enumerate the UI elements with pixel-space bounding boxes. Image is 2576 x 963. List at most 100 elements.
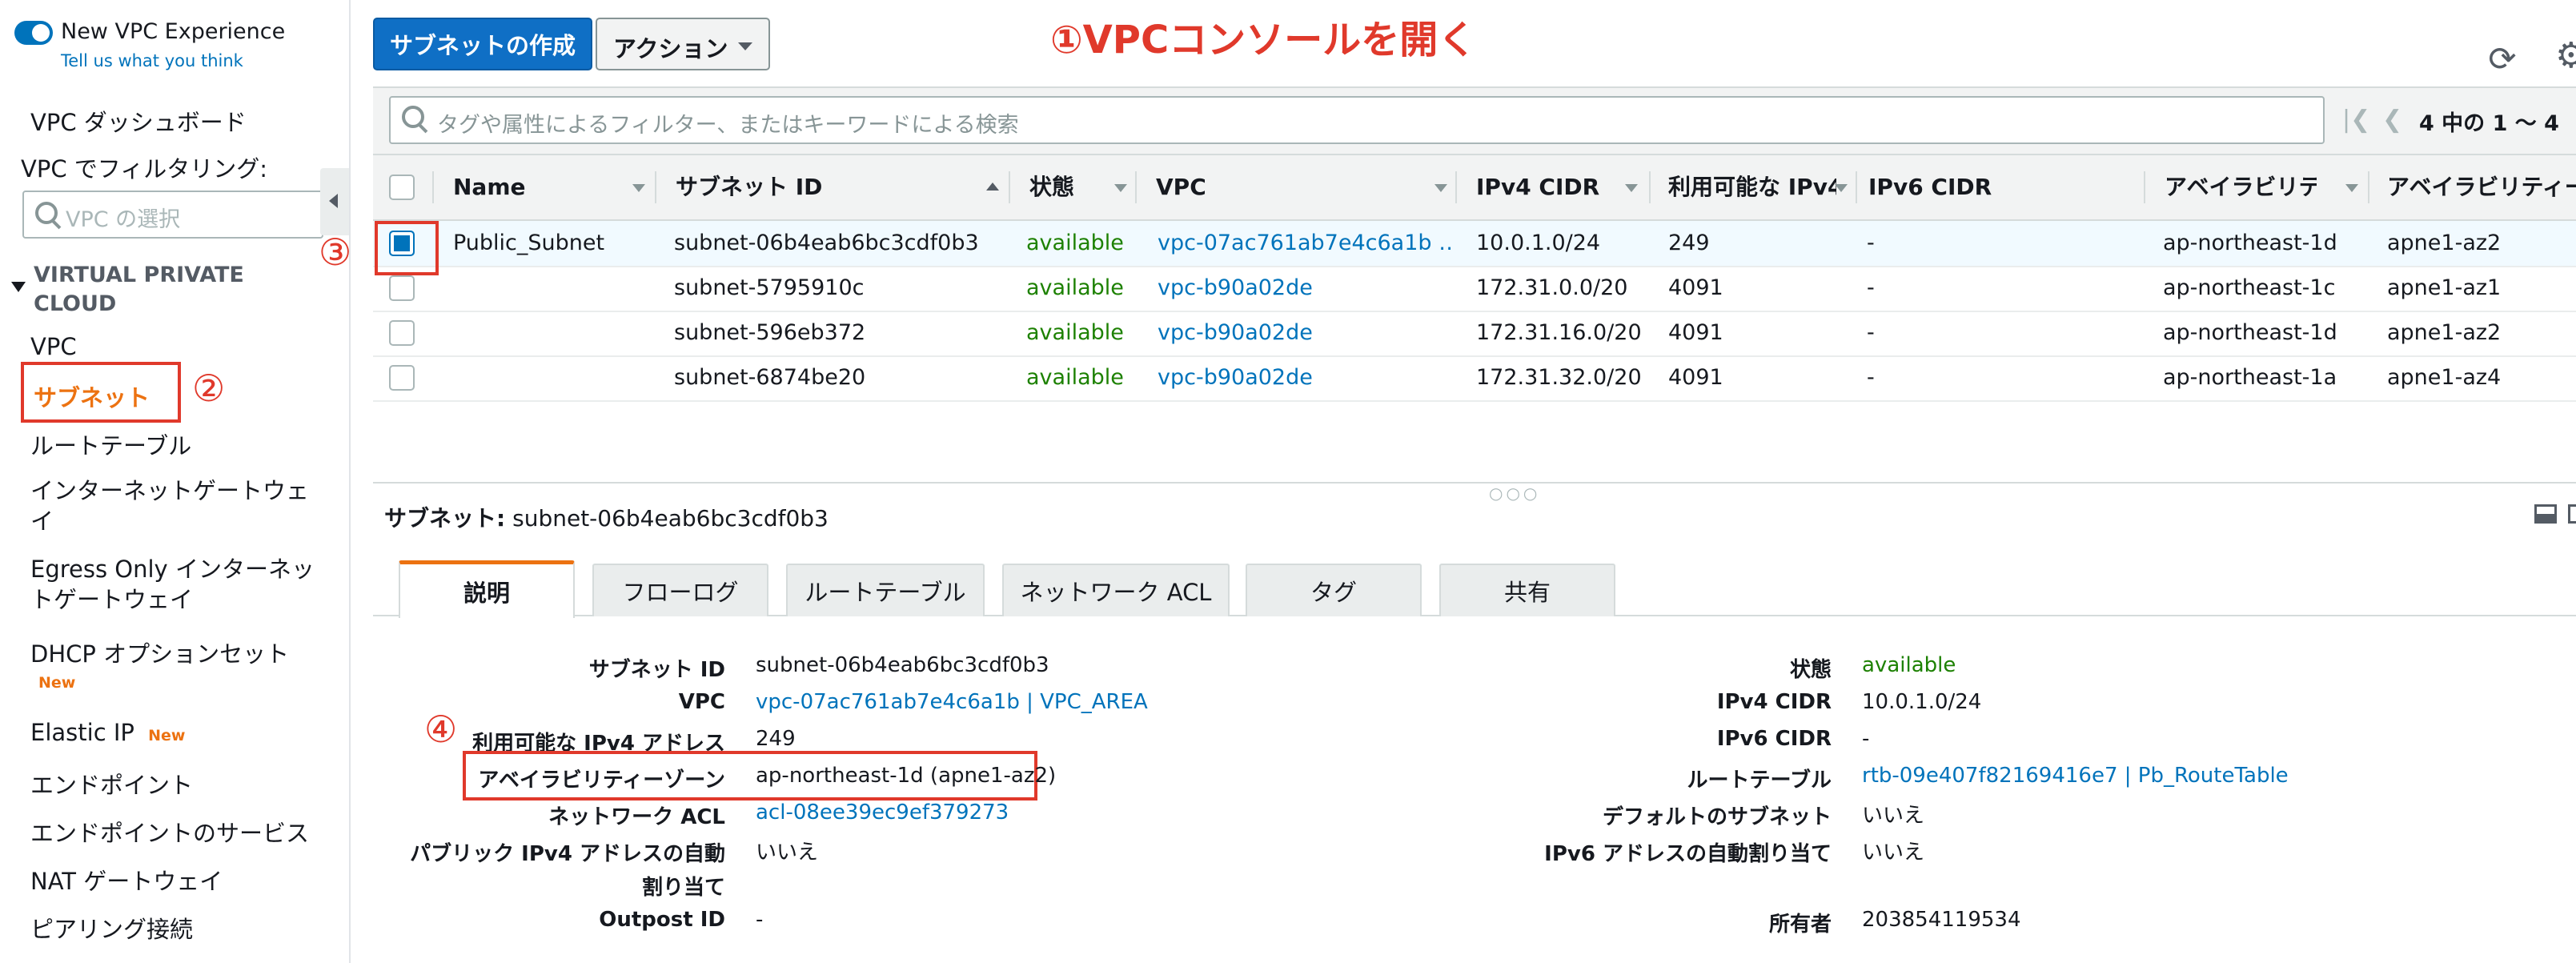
collapse-sidebar-button[interactable] <box>320 168 349 235</box>
table-row[interactable]: subnet-596eb372 available vpc-b90a02de 1… <box>373 311 2576 357</box>
table-header: Name サブネット ID 状態 VPC IPv4 CIDR 利用可能な IPv… <box>373 155 2576 221</box>
column-header-subnet-id[interactable]: サブネット ID <box>676 155 964 219</box>
cell-ipv6-cidr: - <box>1867 320 1875 345</box>
detail-value-ipv6-cidr: - <box>1862 727 1870 751</box>
cell-vpc-link[interactable]: vpc-b90a02de <box>1158 266 1313 311</box>
sort-icon[interactable] <box>2345 184 2358 192</box>
sidebar-item-endpoints[interactable]: エンドポイント <box>30 767 193 800</box>
cell-vpc-link[interactable]: vpc-b90a02de <box>1158 355 1313 400</box>
new-vpc-experience-label: New VPC Experience <box>61 19 286 44</box>
sidebar-item-elastic-ip[interactable]: Elastic IP New <box>30 719 185 746</box>
tab-network-acl[interactable]: ネットワーク ACL <box>1002 564 1230 616</box>
annotation-box-checkbox <box>375 221 439 275</box>
sidebar-item-peering[interactable]: ピアリング接続 <box>30 911 193 945</box>
new-vpc-experience-toggle[interactable] <box>14 21 53 45</box>
gear-icon[interactable]: ⚙ <box>2555 38 2576 77</box>
table-row[interactable]: subnet-5795910c available vpc-b90a02de 1… <box>373 266 2576 312</box>
sidebar-item-endpoint-services[interactable]: エンドポイントのサービス <box>30 815 309 849</box>
column-header-availability-zone-id[interactable]: アベイラビリティー <box>2387 155 2576 219</box>
search-icon <box>35 202 58 224</box>
row-checkbox[interactable] <box>389 365 415 391</box>
column-header-state[interactable]: 状態 <box>1029 155 1125 219</box>
column-header-vpc[interactable]: VPC <box>1156 155 1428 219</box>
sidebar-item-internet-gateways[interactable]: インターネットゲートウェイ <box>30 475 311 536</box>
select-all-checkbox[interactable] <box>389 175 415 200</box>
refresh-icon[interactable]: ⟳ <box>2486 42 2518 76</box>
cell-state: available <box>1026 365 1124 390</box>
search-input[interactable]: タグや属性によるフィルター、またはキーワードによる検索 <box>389 96 2325 144</box>
cell-availability-zone-id: apne1-az2 <box>2387 320 2502 345</box>
detail-value-vpc-link[interactable]: vpc-07ac761ab7e4c6a1b | VPC_AREA <box>756 690 1148 714</box>
cell-ipv4-cidr: 172.31.32.0/20 <box>1476 365 1642 390</box>
detail-label-auto-assign-ipv4-cont: 割り当て <box>641 876 725 900</box>
table-row[interactable]: subnet-6874be20 available vpc-b90a02de 1… <box>373 355 2576 402</box>
tab-tags[interactable]: タグ <box>1246 564 1422 616</box>
sort-icon[interactable] <box>1114 184 1127 192</box>
column-header-available-ipv4[interactable]: 利用可能な IPv4 <box>1668 155 1836 219</box>
sidebar-item-nat-gateways[interactable]: NAT ゲートウェイ <box>30 863 223 897</box>
layout-bottom-icon[interactable] <box>2534 504 2557 524</box>
cell-ipv4-cidr: 172.31.16.0/20 <box>1476 320 1642 345</box>
tab-route-table[interactable]: ルートテーブル <box>786 564 985 616</box>
sidebar-item-route-tables[interactable]: ルートテーブル <box>30 427 191 461</box>
column-header-ipv6-cidr[interactable]: IPv6 CIDR <box>1868 155 2157 219</box>
cell-availability-zone: ap-northeast-1d <box>2163 231 2337 255</box>
panel-splitter[interactable] <box>373 482 2576 484</box>
detail-value-owner: 203854119534 <box>1862 908 2021 932</box>
tab-flow-logs[interactable]: フローログ <box>592 564 768 616</box>
cell-ipv6-cidr: - <box>1867 231 1875 255</box>
sort-icon[interactable] <box>1625 184 1638 192</box>
caret-down-icon[interactable] <box>11 282 26 292</box>
detail-value-route-table-link[interactable]: rtb-09e407f82169416e7 | Pb_RouteTable <box>1862 764 2289 788</box>
detail-title-label: サブネット: <box>384 505 506 532</box>
tab-description[interactable]: 説明 <box>399 560 575 618</box>
drag-handle-icon[interactable]: ○○○ <box>1489 484 1540 503</box>
sort-icon[interactable] <box>1434 184 1447 192</box>
vpc-filter-select[interactable]: VPC の選択 <box>22 191 323 239</box>
table-row[interactable]: Public_Subnet subnet-06b4eab6bc3cdf0b3 a… <box>373 221 2576 267</box>
sort-icon[interactable] <box>632 184 645 192</box>
previous-page-icon[interactable]: ❮ <box>2382 106 2402 134</box>
column-header-ipv4-cidr[interactable]: IPv4 CIDR <box>1476 155 1636 219</box>
cell-availability-zone-id: apne1-az2 <box>2387 231 2502 255</box>
sidebar-item-vpc[interactable]: VPC <box>30 333 77 360</box>
sidebar-item-dashboard[interactable]: VPC ダッシュボード <box>30 104 247 138</box>
feedback-link[interactable]: Tell us what you think <box>61 51 243 70</box>
cell-state: available <box>1026 275 1124 300</box>
cell-available-ipv4: 249 <box>1668 231 1710 255</box>
sidebar-item-label: Elastic IP <box>30 719 134 746</box>
sort-ascending-icon[interactable] <box>986 183 999 191</box>
cell-availability-zone: ap-northeast-1d <box>2163 320 2337 345</box>
cell-ipv6-cidr: - <box>1867 365 1875 390</box>
section-title-vpc[interactable]: VIRTUAL PRIVATE CLOUD <box>34 261 274 319</box>
tab-sharing[interactable]: 共有 <box>1439 564 1615 616</box>
cell-subnet-id: subnet-06b4eab6bc3cdf0b3 <box>674 231 979 255</box>
create-subnet-button[interactable]: サブネットの作成 <box>373 18 592 70</box>
detail-label-auto-assign-ipv4: パブリック IPv4 アドレスの自動 <box>410 842 725 866</box>
row-checkbox[interactable] <box>389 320 415 346</box>
cell-vpc-link[interactable]: vpc-07ac761ab7e4c6a1b … <box>1158 221 1454 266</box>
column-header-name[interactable]: Name <box>453 155 613 219</box>
column-header-availability-zone[interactable]: アベイラビリティー <box>2165 155 2317 219</box>
detail-label-default-subnet: デフォルトのサブネット <box>1602 805 1832 829</box>
chevron-down-icon <box>738 42 752 50</box>
detail-label-vpc: VPC <box>678 690 725 714</box>
layout-side-icon[interactable] <box>2568 504 2576 524</box>
search-icon <box>402 106 424 128</box>
detail-value-network-acl-link[interactable]: acl-08ee39ec9ef379273 <box>756 800 1009 825</box>
cell-ipv4-cidr: 172.31.0.0/20 <box>1476 275 1628 300</box>
row-checkbox[interactable] <box>389 275 415 301</box>
pagination-text: 4 中の 1 〜 4 <box>2419 111 2559 136</box>
sidebar-item-subnets[interactable]: サブネット <box>34 379 150 413</box>
sort-icon[interactable] <box>1835 184 1848 192</box>
first-page-icon[interactable]: |❮ <box>2342 106 2370 134</box>
actions-button[interactable]: アクション <box>596 18 770 70</box>
detail-label-state: 状態 <box>1789 658 1832 682</box>
detail-value-outpost-id: - <box>756 908 764 932</box>
detail-label-owner: 所有者 <box>1768 913 1832 937</box>
sidebar-item-dhcp-options[interactable]: DHCP オプションセット <box>30 636 289 669</box>
cell-vpc-link[interactable]: vpc-b90a02de <box>1158 311 1313 355</box>
detail-label-outpost-id: Outpost ID <box>599 908 725 932</box>
sidebar-item-egress-only-gateways[interactable]: Egress Only インターネットゲートウェイ <box>30 554 327 615</box>
cell-availability-zone-id: apne1-az4 <box>2387 365 2502 390</box>
